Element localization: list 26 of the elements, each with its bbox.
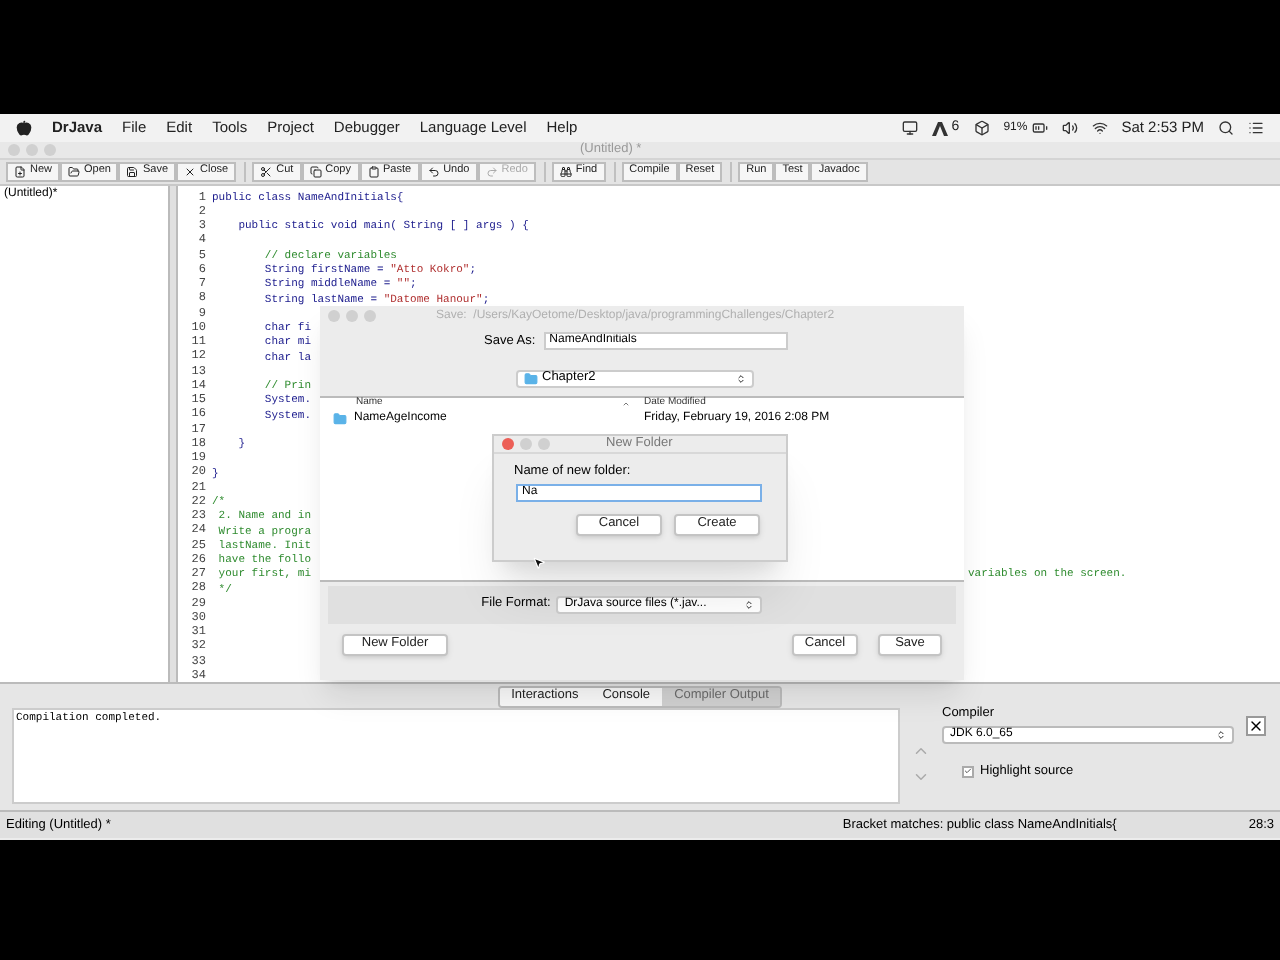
search-icon[interactable] <box>1218 120 1234 136</box>
toolbar-icon <box>485 166 498 178</box>
folder-icon <box>332 411 348 426</box>
toolbar-icon <box>367 166 379 178</box>
toolbar-icon <box>14 166 26 178</box>
close-icon[interactable] <box>1246 716 1266 736</box>
volume-icon[interactable] <box>1061 120 1078 136</box>
box-icon[interactable] <box>973 120 990 136</box>
battery-icon[interactable] <box>1031 120 1048 136</box>
pointer-icon <box>532 556 546 570</box>
toolbar-icon <box>559 166 572 178</box>
select-arrows-icon <box>744 599 755 610</box>
select-arrows-icon <box>736 373 746 384</box>
toolbar-icon <box>184 166 197 178</box>
toolbar-icon <box>126 166 139 178</box>
toolbar-icon <box>427 166 440 178</box>
toolbar-icon <box>309 166 322 178</box>
toolbar-icon <box>260 166 273 178</box>
folder-icon <box>524 371 538 386</box>
toolbar-icon <box>68 166 81 178</box>
wifi-icon[interactable] <box>1091 120 1108 136</box>
screen-icon[interactable] <box>901 120 918 136</box>
list-icon[interactable] <box>1248 120 1264 136</box>
apple-icon[interactable] <box>16 120 32 136</box>
select-arrows-icon <box>1216 729 1226 739</box>
checkbox[interactable] <box>962 765 974 778</box>
